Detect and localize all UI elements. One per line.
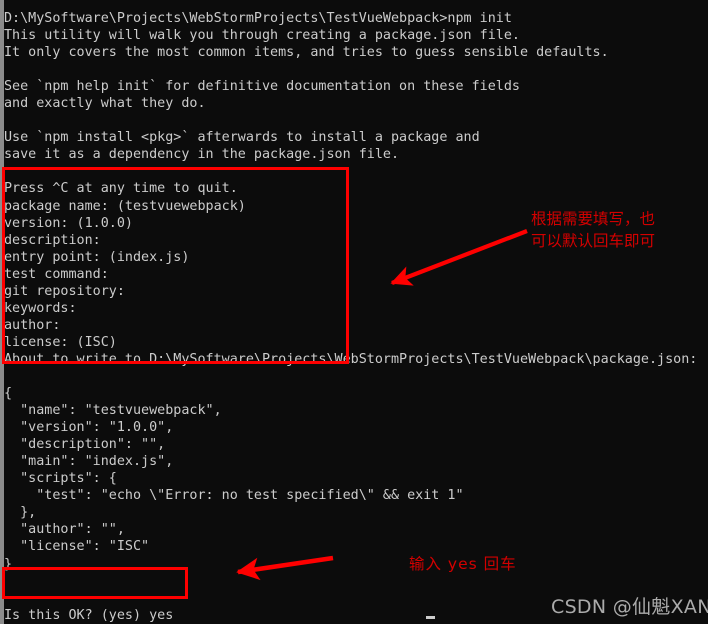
terminal-line: "license": "ISC" xyxy=(4,539,150,555)
terminal-line: "scripts": { xyxy=(4,471,117,487)
terminal-line: keywords: xyxy=(4,300,77,316)
terminal-window: D:\MySoftware\Projects\WebStormProjects\… xyxy=(0,0,708,624)
terminal-line: Use `npm install <pkg>` afterwards to in… xyxy=(4,130,480,146)
terminal-line: "test": "echo \"Error: no test specified… xyxy=(4,488,464,504)
terminal-line: About to write to D:\MySoftware\Projects… xyxy=(4,351,698,367)
terminal-line: "description": "", xyxy=(4,437,166,453)
terminal-line: author: xyxy=(4,317,61,333)
terminal-line: license: (ISC) xyxy=(4,334,117,350)
terminal-line: "main": "index.js", xyxy=(4,454,174,470)
terminal-line: }, xyxy=(4,505,37,521)
terminal-line: } xyxy=(4,556,13,572)
terminal-line: See `npm help init` for definitive docum… xyxy=(4,79,520,95)
terminal-line: Press ^C at any time to quit. xyxy=(4,181,238,197)
terminal-line: D:\MySoftware\Projects\WebStormProjects\… xyxy=(4,11,512,26)
csdn-watermark: CSDN @仙魁XAN xyxy=(551,596,708,618)
terminal-line: "version": "1.0.0", xyxy=(4,420,174,436)
annotation-fill-note: 根据需要填写，也 可以默认回车即可 xyxy=(531,210,656,250)
terminal-line: This utility will walk you through creat… xyxy=(4,28,520,44)
terminal-output[interactable]: D:\MySoftware\Projects\WebStormProjects\… xyxy=(4,10,708,624)
terminal-line: "author": "", xyxy=(4,522,125,538)
terminal-line: "name": "testvuewebpack", xyxy=(4,403,222,419)
annotation-yes-note: 输入 yes 回车 xyxy=(409,555,517,573)
terminal-line: test command: xyxy=(4,266,109,282)
terminal-line: save it as a dependency in the package.j… xyxy=(4,147,400,163)
terminal-line: { xyxy=(4,386,13,402)
terminal-line: It only covers the most common items, an… xyxy=(4,45,609,61)
terminal-cursor xyxy=(426,616,435,619)
terminal-line: and exactly what they do. xyxy=(4,96,206,112)
terminal-line: git repository: xyxy=(4,283,125,299)
